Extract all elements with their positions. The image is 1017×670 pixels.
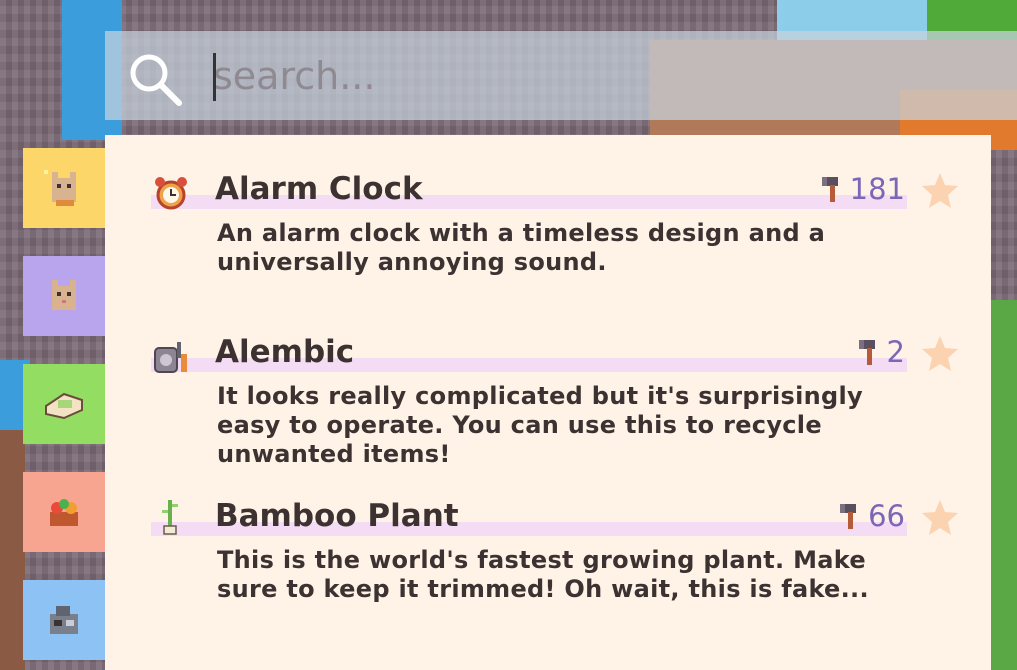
fruit-basket-icon [50,499,78,526]
tab-favorites-cat[interactable] [23,148,105,228]
tab-produce[interactable] [23,472,105,552]
grass [990,300,1017,670]
item-count-group: 181 [818,172,905,206]
tab-machines[interactable] [23,580,105,660]
favorite-star-icon[interactable] [920,498,960,538]
item-description: This is the world's fastest growing plan… [217,546,869,603]
item-list-panel: Alarm Clock 181 An alarm clock with a ti… [105,135,991,670]
item-count: 2 [886,335,905,369]
item-title: Alembic [215,334,355,370]
item-count: 66 [868,499,905,533]
item-count-group: 2 [855,335,905,369]
dirt-path [0,430,25,670]
text-caret [213,53,216,101]
machine-icon [50,606,78,634]
bread-icon [45,392,83,420]
item-description: It looks really complicated but it's sur… [217,382,863,468]
search-icon[interactable] [125,49,185,109]
item-title: Bamboo Plant [215,498,459,534]
favorite-star-icon[interactable] [920,171,960,211]
item-title: Alarm Clock [215,171,423,207]
favorite-star-icon[interactable] [920,334,960,374]
search-bar [105,31,1017,120]
bamboo-plant-icon [162,500,178,535]
item-count-group: 66 [836,499,905,533]
item-description: An alarm clock with a timeless design an… [217,219,826,276]
item-count: 181 [849,172,905,206]
hammer-icon [858,340,875,365]
hammer-icon [840,504,857,529]
tab-cat[interactable] [23,256,105,336]
search-input[interactable] [213,49,993,103]
alarm-clock-icon [155,177,187,210]
tab-food[interactable] [23,364,105,444]
cat-icon [52,280,76,310]
hammer-icon [821,177,838,202]
cat-sparkle-icon [44,170,76,206]
alembic-icon [154,342,187,373]
